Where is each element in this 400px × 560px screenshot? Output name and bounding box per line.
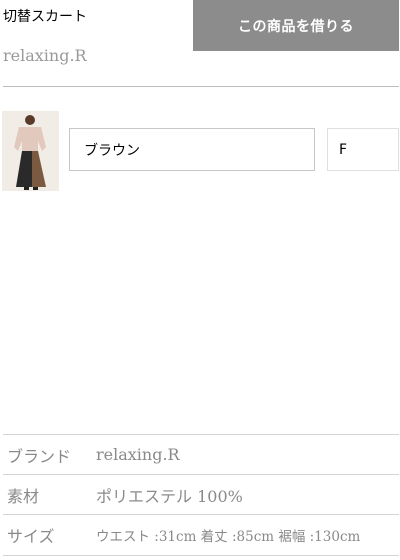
spec-table: ブランド relaxing.R 素材 ポリエステル 100% サイズ ウエスト … — [3, 434, 399, 556]
product-thumbnail[interactable] — [2, 111, 59, 191]
color-select[interactable]: ブラウン — [69, 128, 315, 171]
brand-subtitle: relaxing.R — [3, 46, 87, 65]
size-select[interactable]: F — [327, 128, 399, 171]
spec-value: relaxing.R — [96, 445, 180, 464]
spec-row-brand: ブランド relaxing.R — [3, 434, 399, 474]
spec-label: ブランド — [7, 446, 72, 466]
product-title: 切替スカート — [3, 9, 87, 25]
spec-label: 素材 — [7, 486, 40, 506]
variant-row: ブラウン F — [0, 110, 400, 192]
product-photo-icon — [2, 111, 59, 191]
spec-value: ウエスト :31cm 着丈 :85cm 裾幅 :130cm — [96, 529, 361, 545]
spec-row-size: サイズ ウエスト :31cm 着丈 :85cm 裾幅 :130cm — [3, 514, 399, 556]
spec-label: サイズ — [7, 527, 55, 546]
spec-row-material: 素材 ポリエステル 100% — [3, 474, 399, 514]
spec-value: ポリエステル 100% — [96, 486, 243, 506]
rent-product-button[interactable]: この商品を借りる — [193, 0, 399, 51]
header-divider — [3, 86, 399, 87]
